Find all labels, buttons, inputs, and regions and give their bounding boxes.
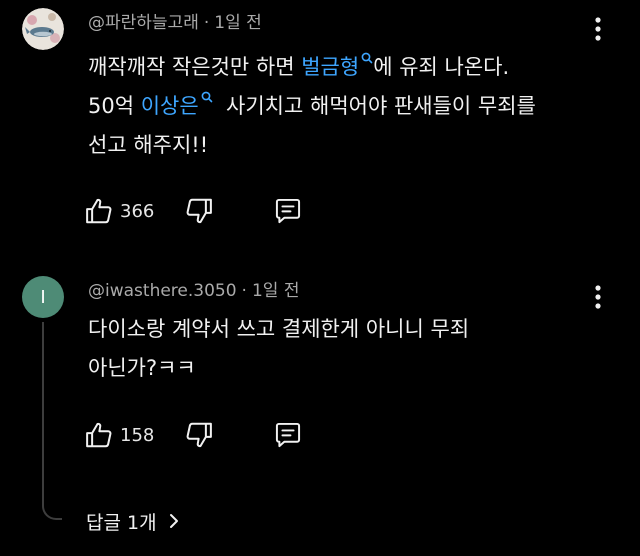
like-count: 366 [120, 200, 155, 222]
replies-count-label: 답글 1개 [86, 511, 157, 534]
like-button[interactable]: 366 [84, 193, 154, 229]
text-segment: 사기치고 해먹어야 판새들이 무죄를 [212, 94, 536, 118]
avatar[interactable] [22, 8, 64, 50]
more-options-button[interactable] [586, 282, 610, 312]
reply-icon [275, 198, 301, 224]
reply-button[interactable] [272, 193, 304, 229]
search-link-label: 벌금형 [301, 55, 360, 79]
timestamp[interactable]: 1일 전 [252, 281, 300, 301]
comment-line: 깨작깨작 작은것만 하면 벌금형 에 유죄 나온다. [88, 48, 608, 87]
search-link[interactable]: 벌금형 [301, 52, 373, 79]
reply-button[interactable] [272, 417, 304, 453]
timestamp[interactable]: 1일 전 [214, 13, 262, 33]
more-vert-icon [595, 285, 601, 309]
comment-meta: @파란하늘고래 · 1일 전 [88, 8, 262, 33]
text-segment: 50억 [88, 94, 141, 118]
text-segment: 에 유죄 나온다. [373, 55, 510, 79]
reply-icon [275, 422, 301, 448]
author-handle[interactable]: @iwasthere.3050 [88, 281, 237, 301]
like-icon [86, 422, 112, 448]
dislike-button[interactable] [184, 193, 214, 229]
author-handle[interactable]: @파란하늘고래 [88, 13, 199, 33]
more-vert-icon [595, 17, 601, 41]
like-icon [86, 198, 112, 224]
avatar[interactable]: I [22, 276, 64, 318]
search-link-label: 이상은 [140, 94, 199, 118]
meta-separator: · [203, 13, 210, 33]
chevron-right-icon [169, 513, 179, 529]
view-replies-button[interactable]: 답글 1개 [86, 504, 179, 538]
text-segment: 깨작깨작 작은것만 하면 [88, 55, 302, 79]
search-link-icon [361, 52, 373, 64]
comment-actions: 158 [84, 417, 344, 453]
dislike-icon [186, 422, 212, 448]
search-link[interactable]: 이상은 [140, 91, 213, 118]
comment-text: 깨작깨작 작은것만 하면 벌금형 에 유죄 나온다. 50억 이상은 사기치고 해… [88, 48, 608, 165]
search-link-icon [201, 91, 212, 103]
comment-meta: @iwasthere.3050 · 1일 전 [88, 276, 299, 301]
comment-line: 50억 이상은 사기치고 해먹어야 판새들이 무죄를 [88, 87, 608, 126]
dislike-icon [186, 198, 212, 224]
comment-actions: 366 [84, 193, 344, 229]
more-options-button[interactable] [586, 14, 610, 44]
avatar-letter: I [40, 286, 46, 308]
comment-line: 선고 해주지!! [88, 126, 608, 165]
text-segment: 선고 해주지!! [88, 133, 209, 157]
meta-separator: · [241, 281, 247, 301]
comment-text: 다이소랑 계약서 쓰고 결제한게 아니니 무죄 아닌가?ㅋㅋ [88, 310, 608, 388]
dislike-button[interactable] [184, 417, 214, 453]
like-count: 158 [120, 424, 155, 446]
whale-avatar-icon [22, 8, 64, 50]
comment-line: 아닌가?ㅋㅋ [88, 356, 196, 380]
comment: I @iwasthere.3050 · 1일 전 다이소랑 계약서 쓰고 결제한게 … [0, 268, 640, 478]
like-button[interactable]: 158 [84, 417, 154, 453]
comment-line: 다이소랑 계약서 쓰고 결제한게 아니니 무죄 [88, 317, 470, 341]
comment: @파란하늘고래 · 1일 전 깨작깨작 작은것만 하면 벌금형 에 유죄 나온다. 5… [0, 0, 640, 250]
